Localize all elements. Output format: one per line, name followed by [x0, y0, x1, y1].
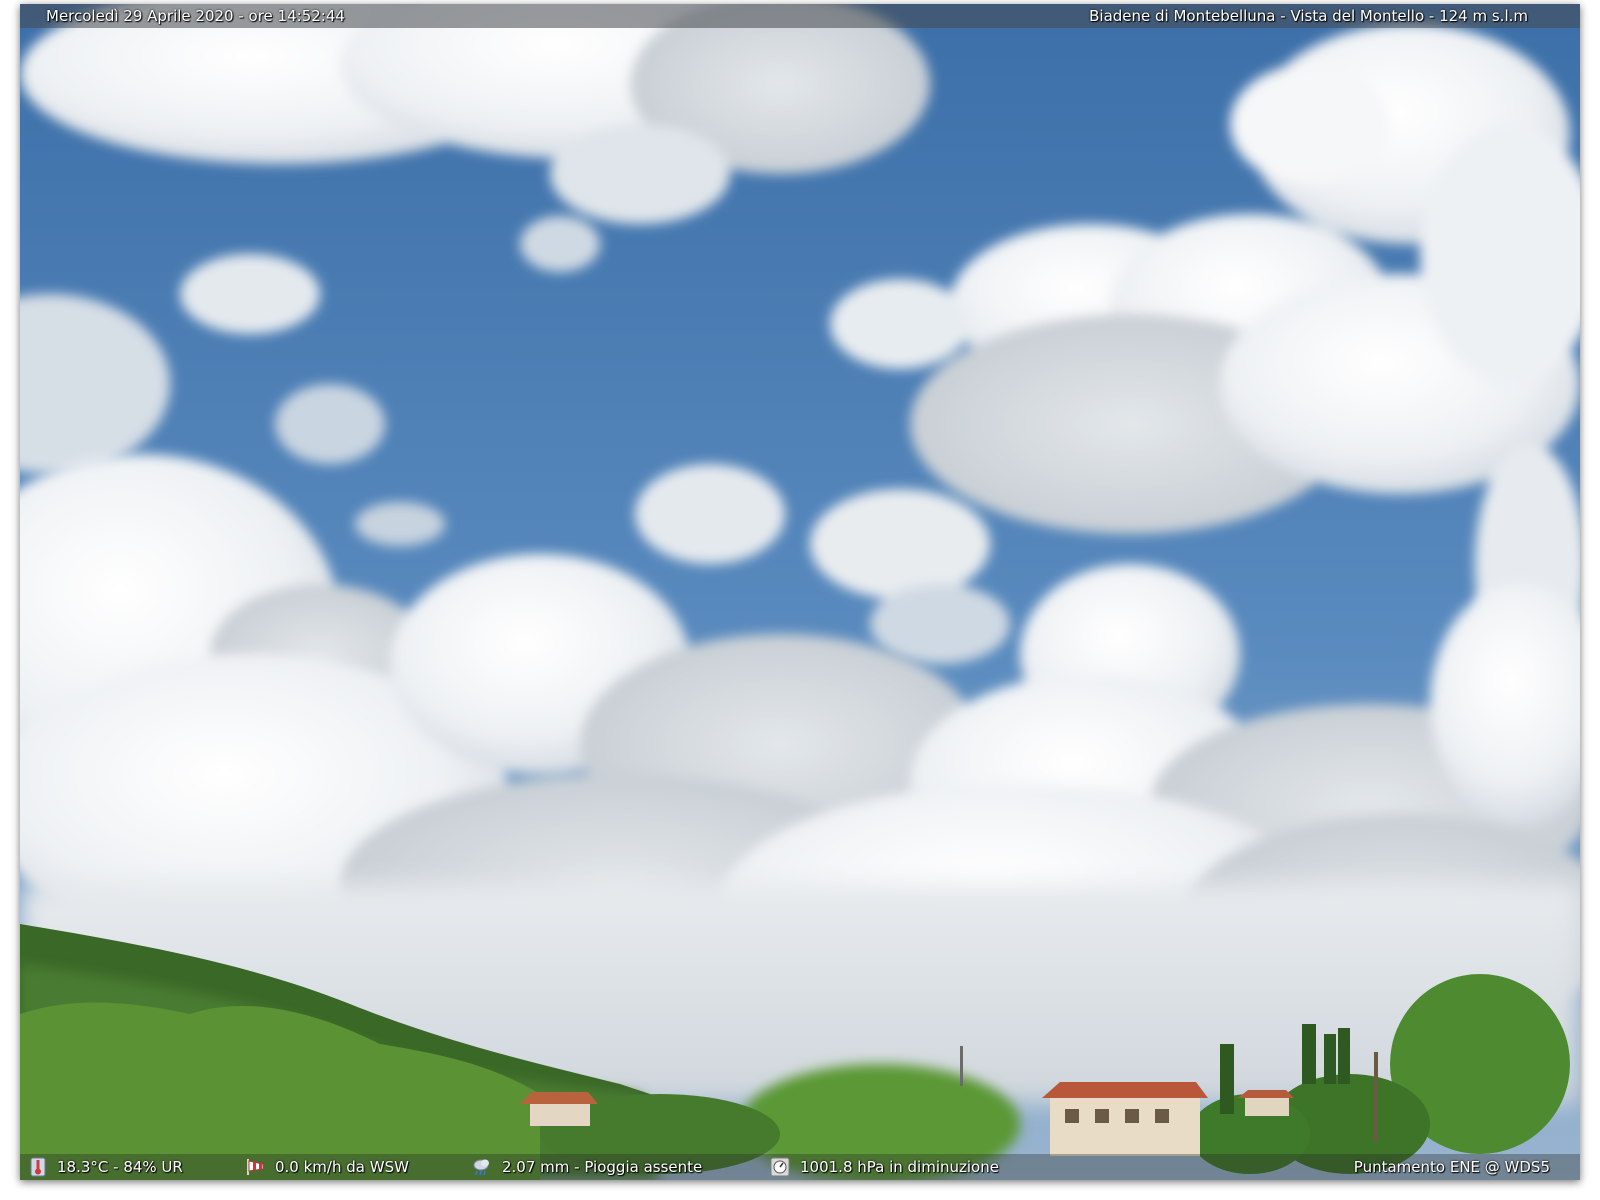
bottom-info-bar: 18.3°C - 84% UR 0.0 km/h da WSW 2.07 mm … [20, 1154, 1580, 1180]
location-text: Biadene di Montebelluna - Vista del Mont… [1089, 7, 1528, 25]
windsock-icon [247, 1159, 264, 1175]
rain-cloud-icon [473, 1159, 489, 1176]
rain-text: 2.07 mm - Pioggia assente [502, 1158, 703, 1176]
webcam-image [20, 4, 1580, 1180]
barometer-icon [770, 1157, 790, 1177]
webcam-frame: Mercoledì 29 Aprile 2020 - ore 14:52:44 … [20, 4, 1580, 1180]
temperature-humidity-text: 18.3°C - 84% UR [57, 1158, 183, 1176]
thermometer-icon [30, 1157, 46, 1177]
pressure-text: 1001.8 hPa in diminuzione [800, 1158, 999, 1176]
wind-text: 0.0 km/h da WSW [275, 1158, 409, 1176]
camera-orientation-text: Puntamento ENE @ WDS5 [1353, 1158, 1550, 1176]
datetime-text: Mercoledì 29 Aprile 2020 - ore 14:52:44 [46, 7, 345, 25]
top-info-bar: Mercoledì 29 Aprile 2020 - ore 14:52:44 … [20, 4, 1580, 28]
